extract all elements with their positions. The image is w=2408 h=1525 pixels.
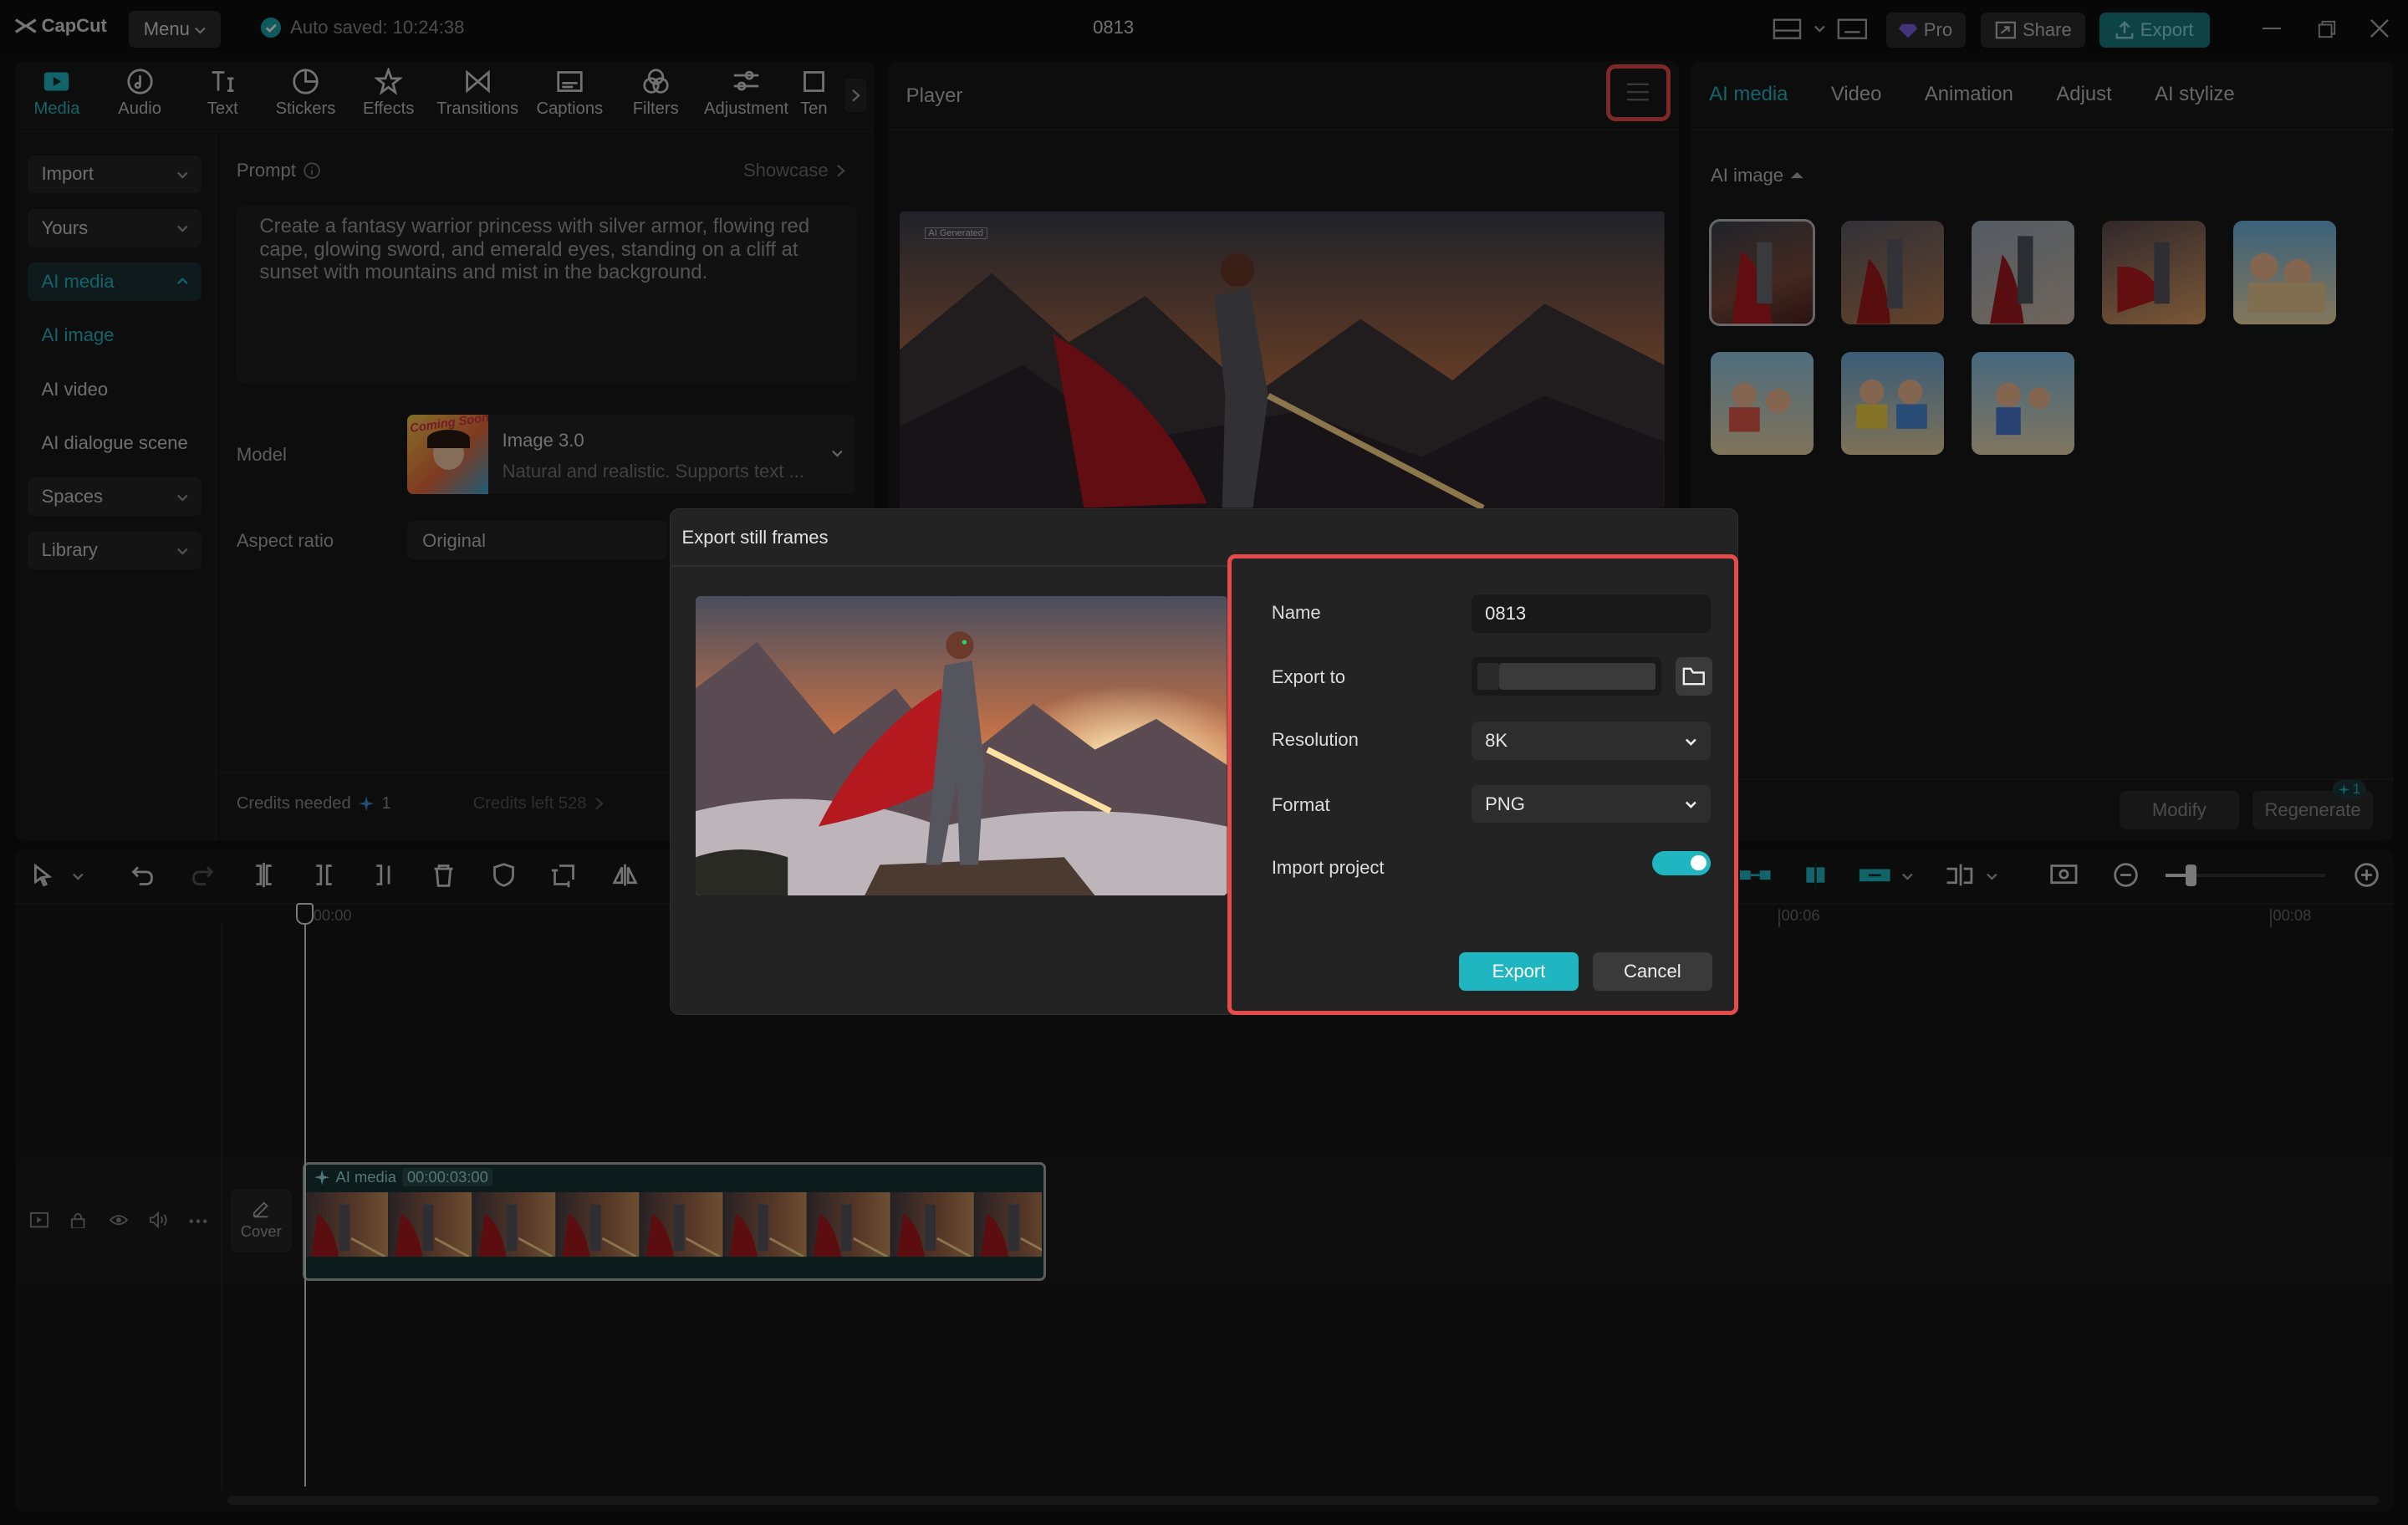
format-label: Format <box>1271 793 1330 815</box>
toggle-knob <box>1691 855 1707 871</box>
format-select[interactable]: PNG <box>1471 784 1712 824</box>
warrior-scene-illustration <box>696 595 1227 895</box>
export-to-label: Export to <box>1271 666 1345 688</box>
resolution-select[interactable]: 8K <box>1471 722 1712 761</box>
import-project-label: Import project <box>1271 856 1385 878</box>
export-path-field[interactable] <box>1471 657 1662 696</box>
dialog-title: Export still frames <box>681 526 829 548</box>
chevron-down-icon <box>1685 801 1696 809</box>
path-segment <box>1477 663 1499 690</box>
chevron-down-icon <box>1685 738 1696 746</box>
cancel-button[interactable]: Cancel <box>1592 951 1712 991</box>
folder-icon <box>1682 667 1706 686</box>
path-segment <box>1498 663 1656 690</box>
resolution-label: Resolution <box>1271 729 1359 751</box>
export-button[interactable]: Export <box>1458 951 1579 991</box>
import-project-toggle[interactable] <box>1652 850 1712 875</box>
name-label: Name <box>1271 601 1321 623</box>
export-preview-image <box>696 595 1227 895</box>
dialog-title-divider <box>671 564 1229 567</box>
name-input[interactable]: 0813 <box>1471 594 1712 633</box>
browse-folder-button[interactable] <box>1675 657 1712 696</box>
